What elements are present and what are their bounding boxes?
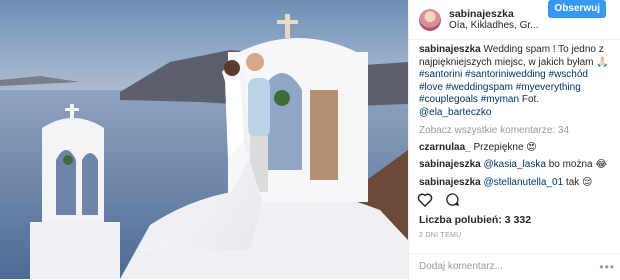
post-photo[interactable] <box>0 0 408 279</box>
header-username[interactable]: sabinajeszka <box>449 8 559 20</box>
heart-icon[interactable] <box>417 192 433 212</box>
post-actions <box>417 192 460 212</box>
comment-item: sabinajeszka @kasia_laska bo można 😂 <box>419 159 610 172</box>
comment-item: sabinajeszka @stellanutella_01 tak 😌 <box>419 177 610 190</box>
comment-icon[interactable] <box>445 192 460 212</box>
comment-mention[interactable]: @stellanutella_01 <box>484 177 564 188</box>
post-side-panel: sabinajeszka Oía, Kikladhes, Gr... Obser… <box>408 0 620 279</box>
add-comment-input[interactable]: Dodaj komentarz... ••• <box>409 253 620 279</box>
caption: sabinajeszka Wedding spam ! To jedno z n… <box>419 44 610 119</box>
comment-text: bo można 😂 <box>548 159 608 170</box>
comments-list: sabinajeszka Wedding spam ! To jedno z n… <box>409 40 620 189</box>
avatar[interactable] <box>419 8 441 31</box>
header-info: sabinajeszka Oía, Kikladhes, Gr... <box>449 8 559 32</box>
caption-username[interactable]: sabinajeszka <box>419 44 481 55</box>
comment-text: tak 😌 <box>565 176 593 188</box>
post-timestamp[interactable]: 2 DNI TEMU <box>419 232 462 239</box>
caption-fot-label: Fot. <box>521 94 540 105</box>
add-comment-placeholder: Dodaj komentarz... <box>419 261 503 272</box>
likes-label: Liczba polubień: <box>419 214 502 226</box>
more-options-button[interactable]: ••• <box>599 254 615 280</box>
likes-count[interactable]: Liczba polubień: 3 332 <box>419 214 531 226</box>
header-location[interactable]: Oía, Kikladhes, Gr... <box>449 20 559 32</box>
follow-button[interactable]: Obserwuj <box>548 0 606 18</box>
comment-mention[interactable]: @kasia_laska <box>484 159 546 170</box>
caption-hashtags[interactable]: #santorini #santoriniwedding #wschód #lo… <box>419 69 588 105</box>
instagram-post: sabinajeszka Oía, Kikladhes, Gr... Obser… <box>0 0 620 279</box>
view-all-comments-link[interactable]: Zobacz wszystkie komentarze: 34 <box>419 125 610 138</box>
comment-item: czarnulaa_ Przepiękne 😍 <box>419 142 610 155</box>
wedding-photo-image <box>0 0 408 279</box>
caption-mention[interactable]: @ela_barteczko <box>419 107 491 118</box>
likes-value: 3 332 <box>504 214 532 226</box>
comment-username[interactable]: czarnulaa_ <box>419 142 471 153</box>
post-header: sabinajeszka Oía, Kikladhes, Gr... Obser… <box>409 0 620 40</box>
comment-username[interactable]: sabinajeszka <box>419 177 481 188</box>
comment-text: Przepiękne 😍 <box>473 141 537 153</box>
comment-username[interactable]: sabinajeszka <box>419 159 481 170</box>
